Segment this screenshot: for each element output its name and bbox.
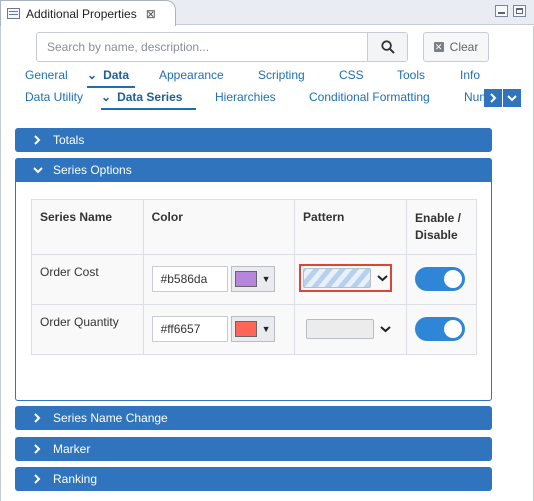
property-tabs-row-2: Data Utility ⌄ Data Series Hierarchies Co…: [1, 90, 534, 110]
property-tabs-row-1: General ⌄ Data Appearance Scripting CSS T…: [1, 68, 534, 88]
chevron-right-icon: [33, 444, 45, 454]
pattern-selector-highlighted[interactable]: [299, 264, 393, 292]
color-cell: #ff6657 ▼: [142, 304, 296, 355]
tab-data[interactable]: ⌄ Data: [87, 68, 136, 88]
section-series-options-label: Series Options: [53, 163, 132, 177]
column-header-color: Color: [142, 199, 296, 255]
pattern-cell: [294, 304, 407, 355]
pattern-swatch-diagonal-stripes: [303, 268, 372, 288]
tab-info[interactable]: Info: [460, 68, 480, 86]
section-series-name-change[interactable]: Series Name Change: [15, 406, 492, 430]
section-series-options: Series Options Series Name Color Pattern…: [15, 158, 492, 401]
minimize-view-button[interactable]: [495, 5, 508, 17]
table-row: Order Cost #b586da ▼: [31, 254, 477, 305]
clear-button[interactable]: ✕ Clear: [423, 32, 489, 62]
tab-hierarchies[interactable]: Hierarchies: [215, 90, 276, 108]
column-header-pattern: Pattern: [294, 199, 407, 255]
section-totals-label: Totals: [53, 133, 85, 147]
chevron-right-icon: [33, 413, 45, 423]
enable-cell: [406, 254, 477, 305]
clear-x-icon: ✕: [433, 42, 444, 52]
color-hex-field[interactable]: #b586da: [151, 266, 228, 292]
enable-cell: [406, 304, 477, 355]
color-swatch: [234, 271, 257, 287]
tab-data-utility[interactable]: Data Utility: [25, 90, 83, 108]
section-ranking[interactable]: Ranking: [15, 467, 492, 491]
section-ranking-label: Ranking: [53, 472, 98, 486]
section-marker[interactable]: Marker: [15, 437, 492, 461]
table-header-row: Series Name Color Pattern Enable / Disab…: [31, 199, 477, 255]
enable-header-line-1: Enable /: [415, 211, 462, 225]
tab-number-format-truncated[interactable]: Num: [464, 90, 484, 108]
pattern-swatch-none: [306, 319, 375, 339]
column-header-series-name: Series Name: [31, 199, 144, 255]
enable-toggle[interactable]: [415, 267, 465, 291]
properties-panel: ✕ Clear General ⌄ Data Appearance Scripti…: [0, 26, 534, 501]
properties-icon: [7, 8, 20, 19]
chevron-down-icon[interactable]: [380, 325, 391, 333]
color-picker-button[interactable]: ▼: [230, 316, 275, 342]
dropdown-arrow-icon: ▼: [261, 324, 271, 334]
pattern-selector[interactable]: [303, 316, 394, 342]
tab-css[interactable]: CSS: [339, 68, 364, 86]
chevron-down-icon: ⌄: [87, 68, 98, 82]
enable-toggle[interactable]: [415, 317, 465, 341]
color-hex-field[interactable]: #ff6657: [151, 316, 228, 342]
scroll-tabs-right-button[interactable]: [484, 89, 502, 107]
close-icon[interactable]: ⊠: [146, 7, 156, 21]
tab-scripting[interactable]: Scripting: [258, 68, 305, 86]
maximize-view-button[interactable]: [513, 5, 526, 17]
color-cell: #b586da ▼: [142, 254, 296, 305]
chevron-right-icon: [490, 93, 497, 103]
view-tab-bar: Additional Properties ⊠: [0, 0, 534, 26]
toggle-knob: [444, 270, 462, 288]
chevron-down-icon: [507, 95, 517, 102]
chevron-right-icon: [33, 474, 45, 484]
chevron-right-icon: [33, 135, 45, 145]
pattern-cell: [294, 254, 407, 305]
chevron-down-icon[interactable]: [377, 274, 388, 282]
clear-label: Clear: [449, 40, 479, 54]
column-header-enable-disable: Enable / Disable: [406, 199, 477, 255]
search-icon: [380, 40, 395, 54]
section-series-options-header[interactable]: Series Options: [15, 158, 492, 182]
section-totals[interactable]: Totals: [15, 128, 492, 152]
series-name-cell: Order Cost: [31, 254, 144, 305]
dropdown-arrow-icon: ▼: [261, 274, 271, 284]
enable-header-line-2: Disable: [415, 228, 458, 242]
search-input[interactable]: [37, 33, 367, 61]
search-button[interactable]: [367, 33, 407, 61]
tab-conditional-formatting[interactable]: Conditional Formatting: [309, 90, 430, 108]
series-options-table: Series Name Color Pattern Enable / Disab…: [31, 199, 477, 355]
scroll-tabs-down-button[interactable]: [503, 89, 521, 107]
section-marker-label: Marker: [53, 442, 91, 456]
view-tab-additional-properties[interactable]: Additional Properties ⊠: [0, 0, 176, 26]
tab-appearance[interactable]: Appearance: [159, 68, 224, 86]
tab-data-series-label: Data Series: [117, 90, 183, 104]
view-tab-title: Additional Properties: [26, 6, 137, 21]
tab-data-series[interactable]: ⌄ Data Series: [101, 90, 197, 110]
search-box: [36, 32, 408, 62]
color-picker-button[interactable]: ▼: [230, 266, 275, 292]
section-series-name-change-label: Series Name Change: [53, 411, 168, 425]
tab-general[interactable]: General: [25, 68, 68, 86]
tab-data-label: Data: [103, 68, 130, 82]
table-row: Order Quantity #ff6657 ▼: [31, 304, 477, 355]
chevron-down-icon: ⌄: [101, 90, 112, 104]
toggle-knob: [444, 320, 462, 338]
tab-scroll-controls: [484, 89, 522, 107]
tab-tools[interactable]: Tools: [397, 68, 425, 86]
color-swatch: [234, 321, 257, 337]
chevron-down-icon: [33, 166, 45, 174]
series-name-cell: Order Quantity: [31, 304, 144, 355]
